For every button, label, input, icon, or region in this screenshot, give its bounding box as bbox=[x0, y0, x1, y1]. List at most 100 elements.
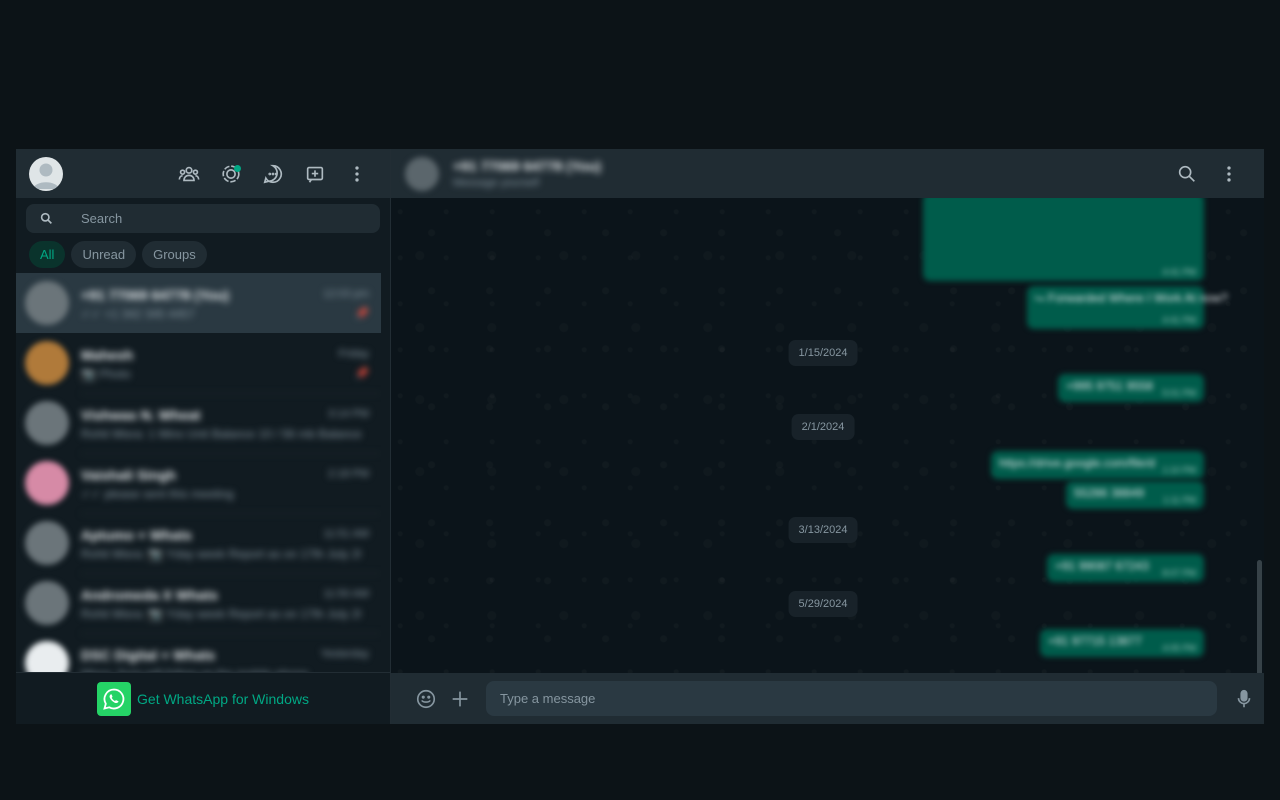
message-time: 5:01 PM bbox=[1162, 388, 1196, 398]
outgoing-message-bubble[interactable]: +91 99087 67243 8:07 PM bbox=[1047, 554, 1204, 582]
pin-icon: 📌 bbox=[355, 367, 369, 380]
conversation-menu-button[interactable] bbox=[1208, 154, 1250, 194]
outgoing-message-bubble[interactable]: +91 97715 13877 4:05 PM bbox=[1040, 629, 1204, 657]
more-vertical-icon bbox=[1227, 165, 1231, 182]
chat-filters: All Unread Groups bbox=[16, 233, 390, 274]
message-input[interactable] bbox=[486, 681, 1217, 716]
contact-name: +91 77069 64778 (You) bbox=[453, 158, 602, 174]
outgoing-message-bubble[interactable]: https://drive.google.com/file/d 1:10 PM bbox=[991, 451, 1204, 479]
message-time: 4:41 PM bbox=[1162, 267, 1196, 277]
get-app-footer: Get WhatsApp for Windows bbox=[16, 672, 390, 724]
chat-list-item[interactable]: Mahesh Friday 📷 Photo 📌 bbox=[16, 333, 381, 394]
default-user-icon bbox=[33, 163, 59, 189]
get-windows-app-link[interactable]: Get WhatsApp for Windows bbox=[137, 691, 309, 707]
chat-list-item[interactable]: Aptumo + Whats 11:51 AM Rohit Misra: 📷 Yda… bbox=[16, 513, 381, 574]
message-text: ⮡ Forwarded Where I Work At now? bbox=[1035, 291, 1228, 305]
chat-name: Mahesh bbox=[81, 346, 134, 363]
emoji-button[interactable] bbox=[409, 679, 443, 719]
chat-list-item[interactable]: Andromeda X Whats 11:50 AM Rohit Misra: 📷 … bbox=[16, 573, 381, 634]
chat-avatar bbox=[25, 401, 69, 445]
status-button[interactable] bbox=[210, 154, 252, 194]
contact-avatar[interactable] bbox=[405, 156, 439, 191]
profile-avatar[interactable] bbox=[29, 156, 63, 191]
date-separator: 3/13/2024 bbox=[788, 517, 858, 543]
search-icon bbox=[1178, 165, 1195, 182]
date-separator: 1/15/2024 bbox=[788, 340, 858, 366]
filter-unread[interactable]: Unread bbox=[71, 241, 137, 268]
date-separator: 2/1/2024 bbox=[791, 414, 855, 440]
search-messages-button[interactable] bbox=[1166, 154, 1208, 194]
chat-avatar bbox=[25, 461, 69, 505]
chat-time: 11:50 AM bbox=[323, 587, 369, 600]
chat-preview: ✓✓ +1 342 345 4457 bbox=[81, 307, 195, 321]
outgoing-message-bubble[interactable]: 55286 38849 1:11 PM bbox=[1066, 481, 1204, 509]
chat-time: Yesterday bbox=[320, 647, 369, 660]
search-box[interactable] bbox=[26, 204, 380, 233]
chat-avatar bbox=[25, 641, 69, 673]
chat-time: 11:51 AM bbox=[323, 527, 369, 540]
chat-time: Friday bbox=[338, 347, 369, 360]
message-area[interactable]: 4:41 PM ⮡ Forwarded Where I Work At now? 4… bbox=[391, 198, 1264, 673]
communities-button[interactable] bbox=[168, 154, 210, 194]
chat-preview: ✓✓ please sent this meeting bbox=[81, 486, 234, 501]
chat-time: 2:18 PM bbox=[328, 467, 369, 480]
message-text: +91 97715 13877 bbox=[1048, 634, 1142, 648]
date-separator: 5/29/2024 bbox=[788, 591, 858, 617]
message-time: 4:05 PM bbox=[1162, 643, 1196, 653]
message-time: 4:41 PM bbox=[1162, 315, 1196, 325]
whatsapp-web-app: All Unread Groups +91 77069 64778 (You) 1… bbox=[16, 149, 1264, 724]
sidebar-menu-button[interactable] bbox=[336, 154, 378, 194]
chat-preview: Rohit Misra: 📷 Yday week Report as on 17… bbox=[81, 606, 361, 621]
chat-name: +91 77069 64778 (You) bbox=[81, 287, 230, 303]
chat-name: DSC Digital + Whats bbox=[81, 646, 216, 663]
chat-name: Vishwas N. Wheat bbox=[81, 406, 201, 423]
chat-list-item[interactable]: +91 77069 64778 (You) 12:03 pm ✓✓ +1 342 3… bbox=[16, 273, 381, 333]
chat-name: Aptumo + Whats bbox=[81, 526, 192, 543]
new-chat-button[interactable] bbox=[294, 154, 336, 194]
filter-all[interactable]: All bbox=[29, 241, 66, 268]
chat-avatar bbox=[25, 341, 69, 385]
chat-time: 3:14 PM bbox=[328, 407, 369, 420]
message-scrollbar[interactable] bbox=[1257, 560, 1262, 673]
chat-avatar bbox=[25, 521, 69, 565]
pin-icon: 📌 bbox=[355, 308, 369, 320]
search-icon bbox=[40, 212, 52, 224]
search-input[interactable] bbox=[79, 210, 343, 227]
whatsapp-logo-icon bbox=[97, 681, 132, 716]
attach-button[interactable] bbox=[443, 679, 477, 719]
emoji-icon bbox=[416, 689, 436, 708]
message-time: 8:07 PM bbox=[1162, 568, 1196, 578]
message-time: 1:10 PM bbox=[1162, 465, 1196, 475]
message-text: 55286 38849 bbox=[1074, 486, 1145, 500]
channels-icon bbox=[263, 164, 283, 183]
chat-list-item[interactable]: Vaishali Singh 2:18 PM ✓✓ please sent this… bbox=[16, 453, 381, 514]
outgoing-message-bubble[interactable]: +995 9751 9558 5:01 PM bbox=[1058, 374, 1204, 402]
message-time: 1:11 PM bbox=[1163, 495, 1196, 505]
chat-name: Vaishali Singh bbox=[81, 466, 176, 483]
more-vertical-icon bbox=[355, 165, 359, 182]
outgoing-message-bubble[interactable]: 4:41 PM bbox=[923, 198, 1204, 281]
outgoing-message-bubble[interactable]: ⮡ Forwarded Where I Work At now? 4:41 PM bbox=[1027, 286, 1228, 329]
chat-list-item[interactable]: DSC Digital + WhatsYesterdayMisra: Sure … bbox=[16, 633, 381, 673]
message-text: +91 99087 67243 bbox=[1055, 559, 1149, 573]
chat-list: +91 77069 64778 (You) 12:03 pm ✓✓ +1 342 3… bbox=[16, 273, 381, 673]
chat-avatar bbox=[25, 281, 69, 325]
filter-groups[interactable]: Groups bbox=[142, 241, 207, 268]
conversation-header[interactable]: +91 77069 64778 (You) Message yourself bbox=[391, 149, 1264, 198]
message-composer bbox=[391, 673, 1264, 724]
chat-avatar bbox=[25, 581, 69, 625]
new-chat-icon bbox=[306, 166, 324, 183]
chat-time: 12:03 pm bbox=[323, 288, 369, 300]
chat-name: Andromeda X Whats bbox=[81, 586, 218, 603]
communities-icon bbox=[178, 166, 200, 181]
channels-button[interactable] bbox=[252, 154, 294, 194]
voice-message-button[interactable] bbox=[1227, 679, 1261, 719]
chat-preview: Rohit Misra: 📷 Yday week Report as on 17… bbox=[81, 546, 361, 561]
microphone-icon bbox=[1237, 689, 1251, 707]
chat-preview: 📷 Photo bbox=[81, 366, 131, 381]
message-text: +995 9751 9558 bbox=[1066, 379, 1154, 393]
plus-icon bbox=[452, 691, 468, 706]
chat-list-item[interactable]: Vishwas N. Wheat 3:14 PM Rohit Misra: 1 Mi… bbox=[16, 393, 381, 454]
status-unread-dot bbox=[234, 164, 241, 172]
contact-subtitle: Message yourself bbox=[453, 177, 540, 189]
